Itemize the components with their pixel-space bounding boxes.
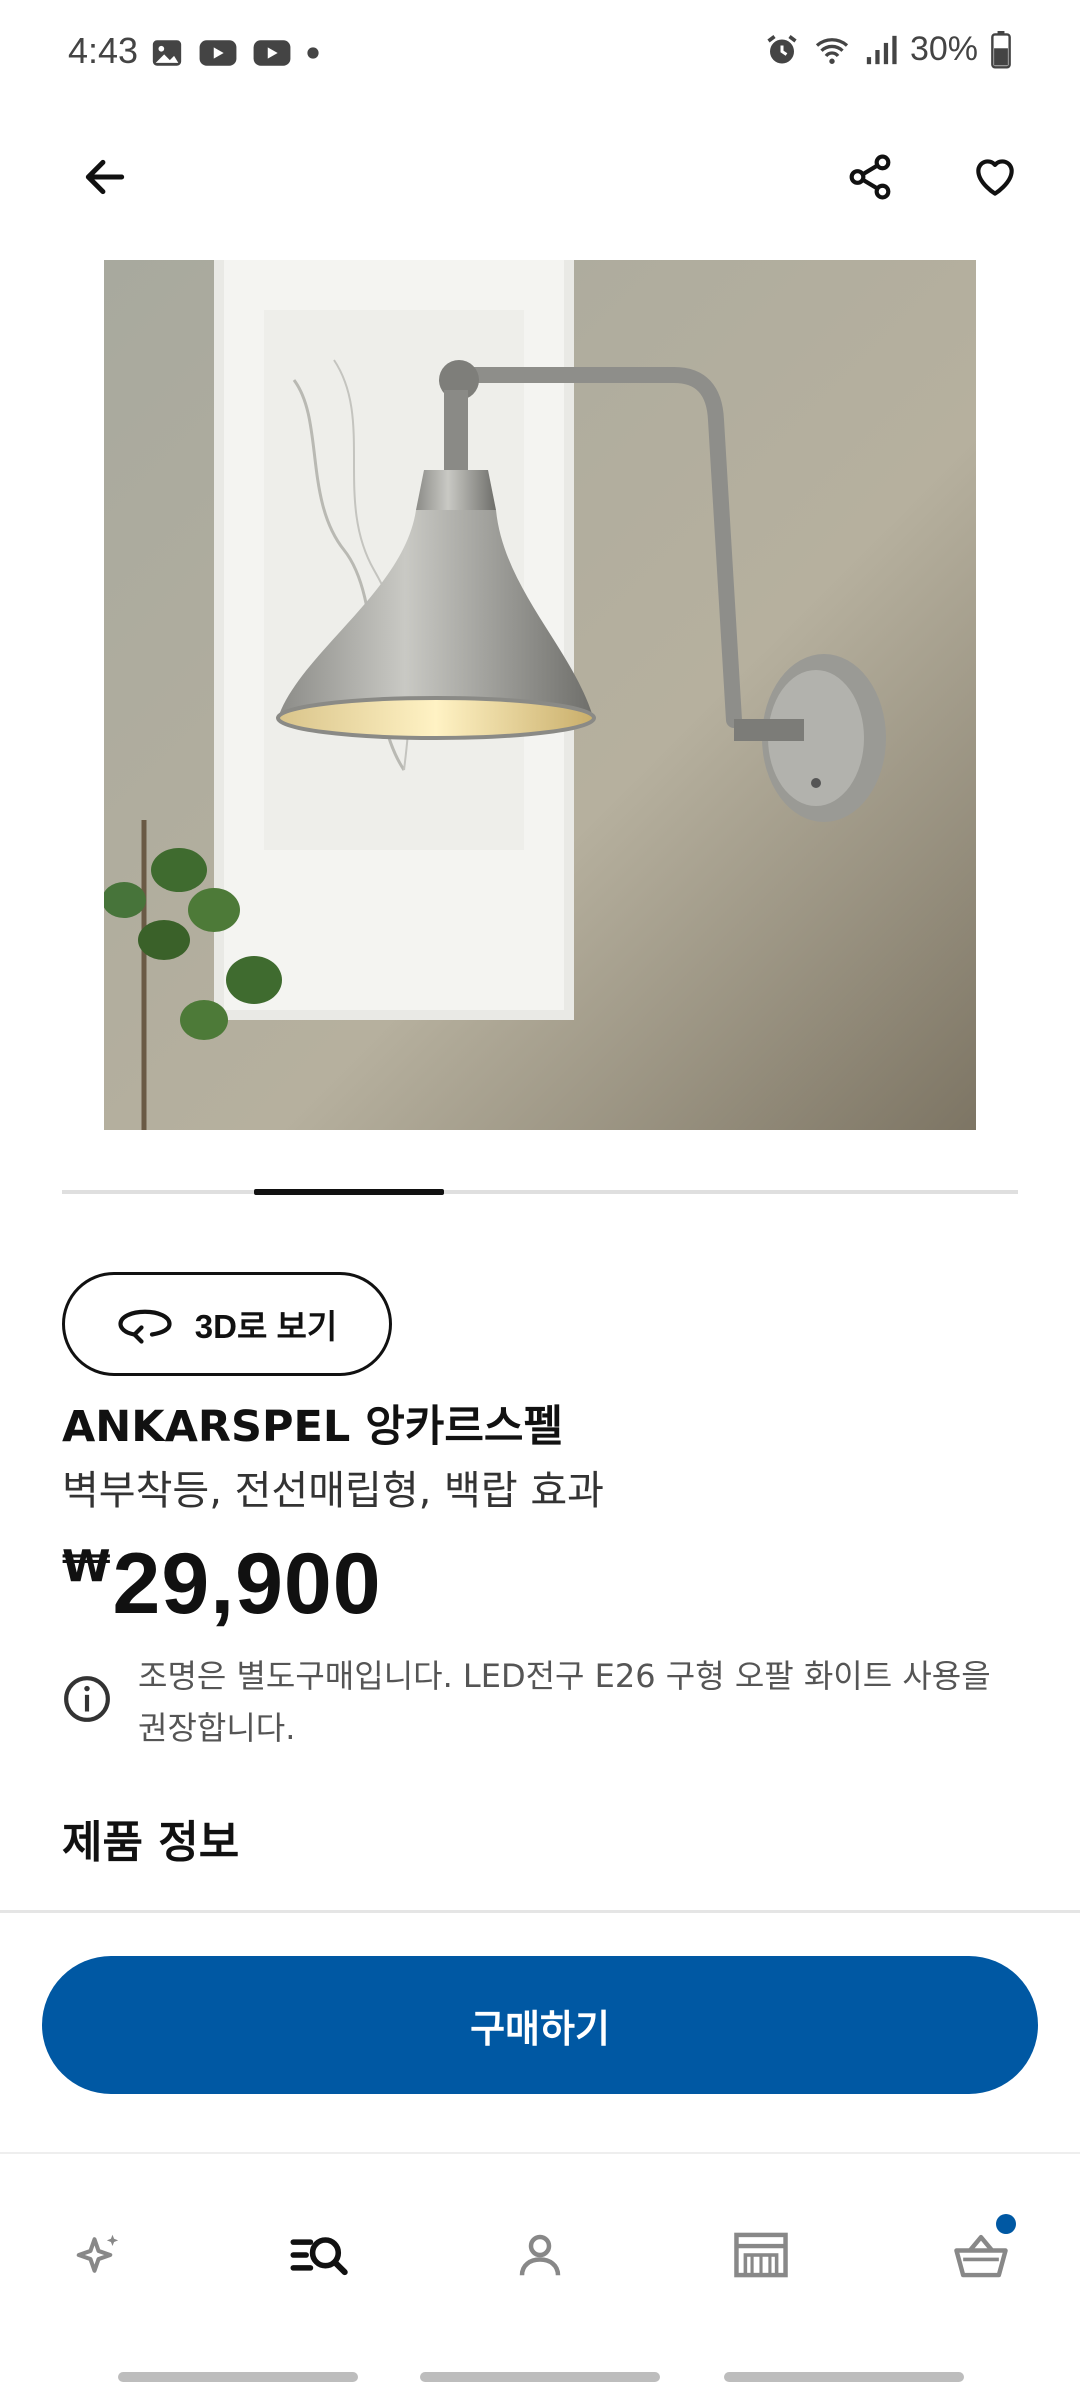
bottom-nav [0,2200,1080,2310]
divider [0,1910,1080,1913]
battery-icon [991,30,1011,68]
favorite-button[interactable] [960,142,1030,212]
product-price: ₩ 29,900 [62,1535,382,1634]
view-3d-button[interactable]: 3D로 보기 [62,1272,392,1376]
basket-icon [954,2234,1008,2278]
store-icon [734,2232,788,2278]
nav-inspiration[interactable] [44,2200,154,2310]
nav-store[interactable] [706,2200,816,2310]
sparkle-icon [76,2234,119,2273]
carousel-track [62,1190,1018,1194]
buy-button[interactable]: 구매하기 [42,1956,1038,2094]
nav-search[interactable] [264,2200,374,2310]
wifi-icon [815,37,849,64]
signal-icon [866,35,897,64]
notice-text: 조명은 별도구매입니다. LED전구 E26 구형 오팔 화이트 사용을 권장합… [138,1657,991,1747]
rotate-3d-icon [118,1309,172,1344]
arrow-left-icon [85,159,125,195]
product-image[interactable] [104,260,976,1130]
dot-icon [307,47,319,59]
youtube-icon [199,40,237,66]
buy-label: 구매하기 [470,2006,610,2051]
view-3d-label: 3D로 보기 [194,1308,338,1345]
price-value: 29,900 [112,1536,382,1632]
gesture-bar [118,2372,358,2382]
gallery-icon [152,40,182,66]
gesture-bar [724,2372,964,2382]
price-currency: ₩ [62,1541,111,1592]
nav-cart[interactable] [926,2200,1036,2310]
gesture-bar [420,2372,660,2382]
carousel-indicator-active [254,1189,444,1195]
wall-lamp-photo [104,260,976,1130]
battery-percent: 30% [909,30,978,68]
status-time: 4:43 [68,30,139,71]
divider [0,2152,1080,2154]
nav-profile[interactable] [485,2200,595,2310]
status-bar: 4:43 30% [0,0,1080,110]
heart-icon [976,159,1014,196]
cart-badge [996,2214,1016,2234]
notification-icons [150,36,320,70]
info-notice: 조명은 별도구매입니다. LED전구 E26 구형 오팔 화이트 사용을 권장합… [62,1650,992,1754]
product-description: 벽부착등, 전선매립형, 백랍 효과 [62,1468,604,1514]
back-button[interactable] [70,142,140,212]
person-icon [519,2234,561,2276]
product-name: ANKARSPEL 앙카르스펠 [62,1402,564,1452]
product-info-heading[interactable]: 제품 정보 [62,1806,239,1870]
alarm-icon [767,34,797,63]
info-icon [64,1676,110,1722]
status-right: 30% [764,30,1012,69]
share-button[interactable] [835,142,905,212]
top-app-bar [0,130,1080,220]
youtube-icon [253,40,291,66]
search-list-icon [290,2237,348,2276]
share-icon [849,154,891,200]
